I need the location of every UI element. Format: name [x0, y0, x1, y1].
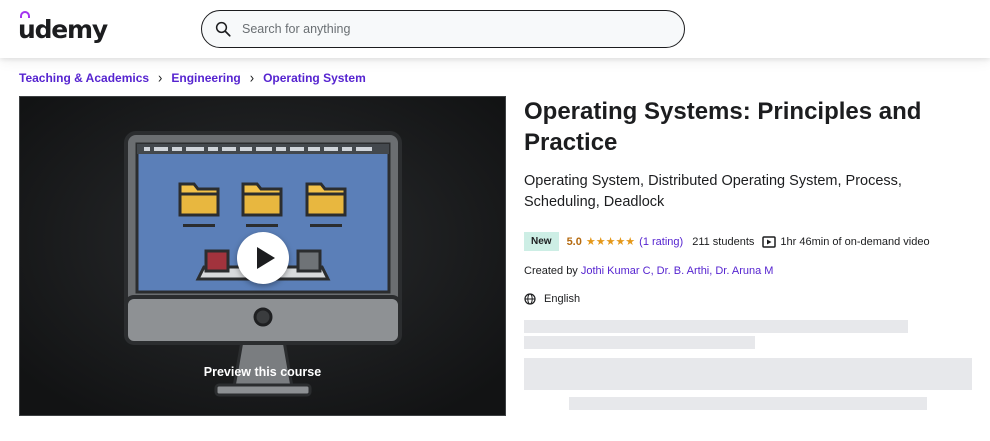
loading-skeleton: [524, 336, 755, 349]
loading-skeleton: [524, 320, 908, 333]
udemy-logo[interactable]: udemy: [18, 11, 108, 47]
breadcrumb-engineering[interactable]: Engineering: [171, 71, 240, 85]
rating-count-link[interactable]: (1 rating): [639, 236, 683, 248]
video-length: 1hr 46min of on-demand video: [780, 235, 930, 248]
breadcrumb: Teaching & Academics › Engineering › Ope…: [19, 69, 366, 86]
top-header: udemy: [0, 0, 990, 58]
video-icon: [762, 235, 777, 248]
globe-icon: [524, 293, 536, 305]
star-rating-icon: ★★★★★: [585, 236, 636, 248]
breadcrumb-teaching-academics[interactable]: Teaching & Academics: [19, 71, 149, 85]
play-button[interactable]: [237, 232, 289, 284]
logo-text: udemy: [18, 15, 108, 44]
chevron-right-icon: ›: [249, 69, 255, 86]
course-subtitle: Operating System, Distributed Operating …: [524, 173, 902, 210]
search-input[interactable]: [242, 12, 662, 46]
preview-label[interactable]: Preview this course: [20, 365, 505, 379]
loading-skeleton: [569, 397, 927, 410]
loading-skeleton: [524, 358, 972, 390]
new-badge: New: [524, 232, 559, 251]
course-preview-video[interactable]: Preview this course: [19, 96, 506, 416]
course-language: English: [524, 293, 580, 305]
students-count: 211 students: [692, 235, 755, 248]
course-meta-row: New 5.0 ★★★★★ (1 rating) 211 students 1h…: [524, 232, 930, 251]
course-title: Operating Systems: Principles and Practi…: [524, 98, 922, 156]
instructor-links[interactable]: Jothi Kumar C, Dr. B. Arthi, Dr. Aruna M: [581, 265, 774, 277]
rating-value: 5.0: [566, 235, 582, 248]
search-bar[interactable]: [201, 10, 685, 48]
language-label: English: [544, 293, 581, 305]
chevron-right-icon: ›: [158, 69, 163, 86]
play-icon: [257, 247, 275, 269]
created-by-label: Created by: [524, 265, 581, 277]
search-icon[interactable]: [214, 20, 232, 38]
breadcrumb-operating-system[interactable]: Operating System: [263, 71, 366, 85]
created-by: Created by Jothi Kumar C, Dr. B. Arthi, …: [524, 265, 773, 277]
